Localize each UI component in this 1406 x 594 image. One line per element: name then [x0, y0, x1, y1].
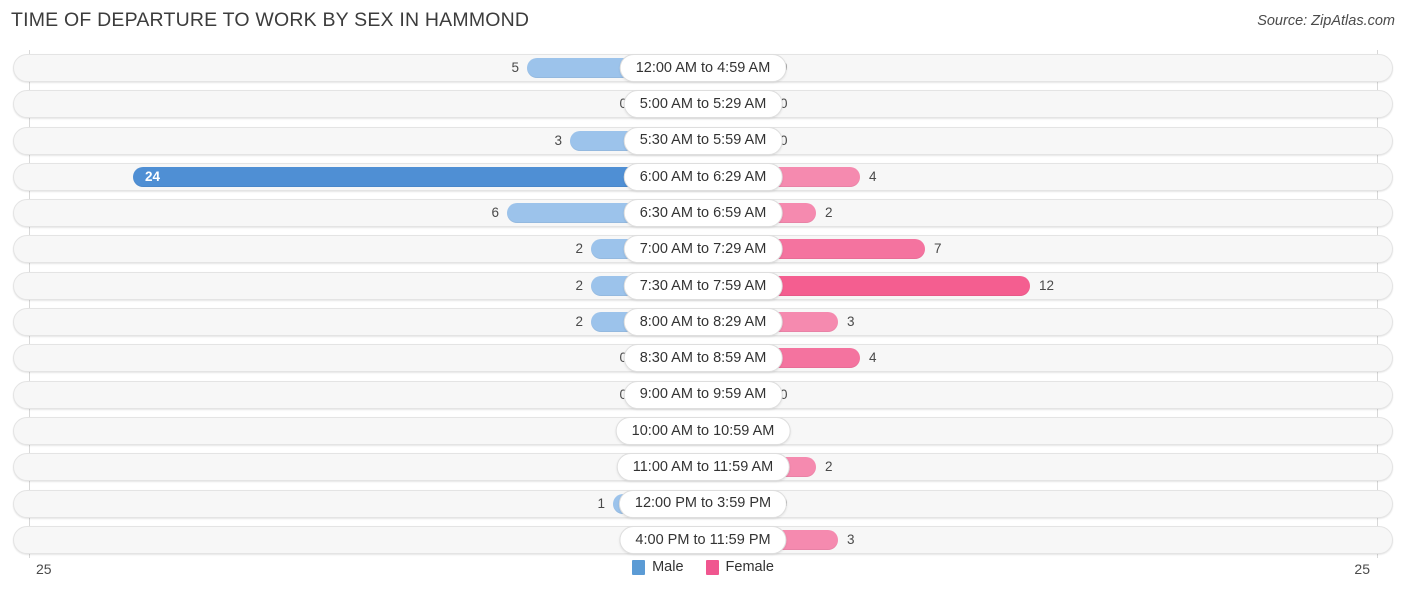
category-label: 9:00 AM to 9:59 AM [639, 386, 767, 403]
bar-row[interactable]: 034:00 PM to 11:59 PM [0, 522, 1406, 558]
value-label-male: 2 [575, 277, 583, 293]
category-label: 6:00 AM to 6:29 AM [639, 168, 767, 185]
value-label-male: 2 [575, 314, 583, 330]
bar-row[interactable]: 6 2 6:30 AM to 6:59 AM [0, 195, 1406, 231]
value-label-male: 0 [583, 95, 627, 113]
category-pill[interactable]: 10:00 AM to 10:59 AM [615, 416, 791, 445]
bar-row[interactable]: 2 3 8:00 AM to 8:29 AM [0, 304, 1406, 340]
value-label-female: 3 [847, 314, 855, 330]
legend-swatch-male-icon [632, 560, 646, 575]
bar-rows: 5012:00 AM to 4:59 AM005:00 AM to 5:29 A… [0, 50, 1406, 558]
value-label-male: 1 [597, 495, 605, 511]
value-label-female: 4 [869, 168, 877, 184]
category-label: 10:00 AM to 10:59 AM [631, 422, 775, 439]
bar-row[interactable]: 0010:00 AM to 10:59 AM [0, 413, 1406, 449]
category-pill[interactable]: 12:00 AM to 4:59 AM [619, 54, 787, 82]
bar-row[interactable]: 1012:00 PM to 3:59 PM [0, 486, 1406, 522]
page-title: TIME OF DEPARTURE TO WORK BY SEX IN HAMM… [11, 9, 530, 31]
category-label: 8:30 AM to 8:59 AM [639, 350, 767, 367]
value-label-female: 2 [825, 459, 833, 475]
chart-root: TIME OF DEPARTURE TO WORK BY SEX IN HAMM… [0, 0, 1406, 594]
category-pill[interactable]: 12:00 PM to 3:59 PM [618, 489, 788, 518]
legend-swatch-female-icon [705, 560, 719, 575]
chart-header: TIME OF DEPARTURE TO WORK BY SEX IN HAMM… [0, 0, 1406, 44]
legend-item-female[interactable]: Female [705, 559, 774, 576]
chart-footer: 25 25 Male Female [0, 558, 1406, 594]
category-label: 12:00 AM to 4:59 AM [635, 59, 771, 76]
value-label-male: 0 [583, 386, 627, 404]
category-pill[interactable]: 6:30 AM to 6:59 AM [623, 199, 783, 228]
category-label: 5:30 AM to 5:59 AM [639, 132, 767, 149]
bar-row[interactable]: 005:00 AM to 5:29 AM [0, 86, 1406, 122]
value-label-male: 2 [575, 241, 583, 257]
category-pill[interactable]: 9:00 AM to 9:59 AM [623, 380, 783, 409]
bar-row[interactable]: 009:00 AM to 9:59 AM [0, 377, 1406, 413]
category-pill[interactable]: 11:00 AM to 11:59 AM [616, 453, 790, 482]
category-label: 8:00 AM to 8:29 AM [639, 313, 767, 330]
value-label-male: 0 [583, 349, 627, 367]
category-label: 7:30 AM to 7:59 AM [639, 277, 767, 294]
category-label: 12:00 PM to 3:59 PM [634, 495, 772, 512]
category-pill[interactable]: 5:00 AM to 5:29 AM [623, 90, 783, 119]
category-pill[interactable]: 4:00 PM to 11:59 PM [619, 525, 787, 554]
category-label: 5:00 AM to 5:29 AM [639, 96, 767, 113]
bar-row[interactable]: 0211:00 AM to 11:59 AM [0, 449, 1406, 485]
value-label-male: 6 [491, 205, 499, 221]
value-label-male: 5 [511, 60, 519, 75]
value-label-female: 2 [825, 205, 833, 221]
value-label-female: 3 [847, 531, 855, 547]
bar-row[interactable]: 24 4 6:00 AM to 6:29 AM [0, 159, 1406, 195]
value-label-male: 24 [145, 168, 161, 184]
bar-row[interactable]: 2 7 7:00 AM to 7:29 AM [0, 231, 1406, 267]
category-label: 6:30 AM to 6:59 AM [639, 204, 767, 221]
legend-label-male: Male [652, 559, 684, 576]
category-pill[interactable]: 6:00 AM to 6:29 AM [623, 162, 783, 191]
category-label: 4:00 PM to 11:59 PM [635, 531, 771, 548]
category-pill[interactable]: 7:00 AM to 7:29 AM [623, 235, 783, 264]
source-attribution: Source: ZipAtlas.com [1257, 13, 1395, 29]
category-pill[interactable]: 7:30 AM to 7:59 AM [623, 271, 783, 300]
legend: Male Female [0, 560, 1406, 575]
bar-row[interactable]: 5012:00 AM to 4:59 AM [0, 50, 1406, 86]
value-label-female: 4 [869, 350, 877, 366]
value-label-female: 7 [934, 241, 942, 257]
bar-row[interactable]: 2 12 7:30 AM to 7:59 AM [0, 268, 1406, 304]
category-pill[interactable]: 8:00 AM to 8:29 AM [623, 308, 783, 337]
plot-area: 5012:00 AM to 4:59 AM005:00 AM to 5:29 A… [0, 50, 1406, 558]
bar-row[interactable]: 3 0 5:30 AM to 5:59 AM [0, 123, 1406, 159]
legend-item-male[interactable]: Male [632, 559, 684, 576]
category-pill[interactable]: 8:30 AM to 8:59 AM [623, 344, 783, 373]
legend-label-female: Female [725, 559, 774, 576]
category-label: 7:00 AM to 7:29 AM [639, 241, 767, 258]
category-label: 11:00 AM to 11:59 AM [632, 459, 774, 476]
category-pill[interactable]: 5:30 AM to 5:59 AM [623, 126, 783, 155]
value-label-female: 12 [1039, 277, 1055, 293]
bar-row[interactable]: 0 4 8:30 AM to 8:59 AM [0, 340, 1406, 376]
value-label-male: 3 [554, 132, 562, 148]
bar-male[interactable] [133, 166, 703, 187]
